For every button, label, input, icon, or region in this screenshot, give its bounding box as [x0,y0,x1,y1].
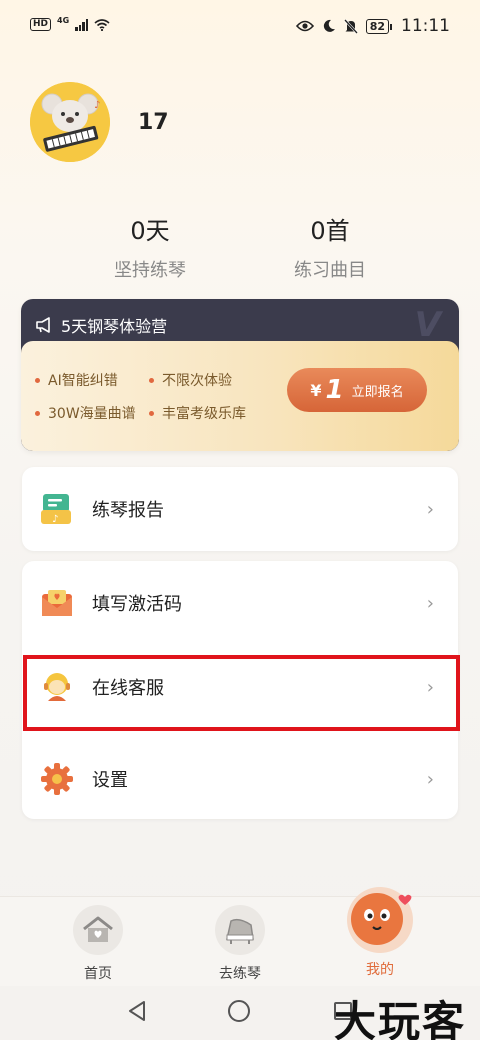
svg-text:♪: ♪ [94,100,100,111]
network-type: 4G [57,16,70,25]
eye-icon [295,20,314,32]
tab-mine[interactable]: 我的 [330,887,430,979]
promo-feature: AI智能纠错 [35,370,118,390]
svg-text:♪: ♪ [52,514,58,525]
chevron-right-icon: › [426,498,434,520]
tab-practice[interactable]: 去练琴 [190,905,290,983]
stat-value: 0首 [310,217,350,245]
vip-watermark-icon: V [414,305,441,345]
megaphone-icon [36,317,50,333]
home-icon [73,905,123,955]
menu-item-settings[interactable]: 设置 › [22,737,458,821]
tab-label: 首页 [84,966,112,982]
clock: 11:11 [401,16,450,36]
piano-icon [215,905,265,955]
stat-practiced-songs[interactable]: 0首 练习曲目 [260,214,400,282]
promo-header: 5天钢琴体验营 [35,313,167,337]
tab-home[interactable]: 首页 [48,905,148,983]
chevron-right-icon: › [426,592,434,614]
profile-mascot-icon [347,887,413,953]
stats-row: 0天 坚持练琴 0首 练习曲目 [0,214,480,284]
mute-bell-icon [343,18,358,34]
stat-practice-days[interactable]: 0天 坚持练琴 [80,214,220,282]
battery-level: 82 [365,18,393,34]
hd-badge: HD [30,18,52,31]
menu-card-main: 填写激活码 › 在线客服 › 设置 › [22,561,458,819]
menu-item-activation-code[interactable]: 填写激活码 › [22,561,458,645]
stat-value: 0天 [130,217,170,245]
join-now-button[interactable]: ¥ 1 立即报名 [287,368,427,412]
menu-item-label: 练琴报告 [92,500,164,521]
promo-feature: 不限次体验 [149,370,232,390]
chevron-right-icon: › [426,768,434,790]
moon-icon [323,19,335,32]
koala-piano-icon: ♪ [30,82,110,162]
avatar[interactable]: ♪ [30,82,110,162]
home-circle-icon[interactable] [228,1000,250,1022]
gear-icon [41,763,73,795]
tab-label: 去练琴 [219,966,261,982]
report-icon: ♪ [41,494,71,525]
support-agent-icon [44,673,70,701]
menu-item-label: 填写激活码 [92,594,182,615]
promo-body: AI智能纠错 不限次体验 30W海量曲谱 丰富考级乐库 ¥ 1 立即报名 [21,341,459,451]
currency-symbol: ¥ [310,380,322,400]
promo-title: 5天钢琴体验营 [61,317,168,336]
status-bar: HD 4G 82 11:11 [0,0,480,56]
stat-label: 练习曲目 [294,260,366,281]
menu-item-practice-report[interactable]: ♪ 练琴报告 › [22,467,458,551]
watermark-logo: 大玩客 [334,997,467,1040]
envelope-icon [42,590,72,616]
tab-label: 我的 [366,962,394,978]
price-value: 1 [325,375,344,405]
bottom-tab-bar: 首页 去练琴 我的 [0,887,480,986]
stat-label: 坚持练琴 [114,260,186,281]
chevron-right-icon: › [426,676,434,698]
promo-feature: 丰富考级乐库 [149,403,246,423]
trial-camp-card[interactable]: 5天钢琴体验营 V AI智能纠错 不限次体验 30W海量曲谱 丰富考级乐库 ¥ … [21,299,459,451]
username: 17 [138,110,169,135]
menu-card-report: ♪ 练琴报告 › [22,467,458,551]
wifi-icon [94,18,110,31]
signal-icon [75,18,89,31]
back-icon[interactable] [126,1000,148,1022]
join-label: 立即报名 [351,384,404,400]
menu-item-label: 在线客服 [92,678,164,699]
promo-feature: 30W海量曲谱 [35,403,136,423]
menu-item-online-support[interactable]: 在线客服 › [22,645,458,729]
menu-item-label: 设置 [92,770,128,791]
